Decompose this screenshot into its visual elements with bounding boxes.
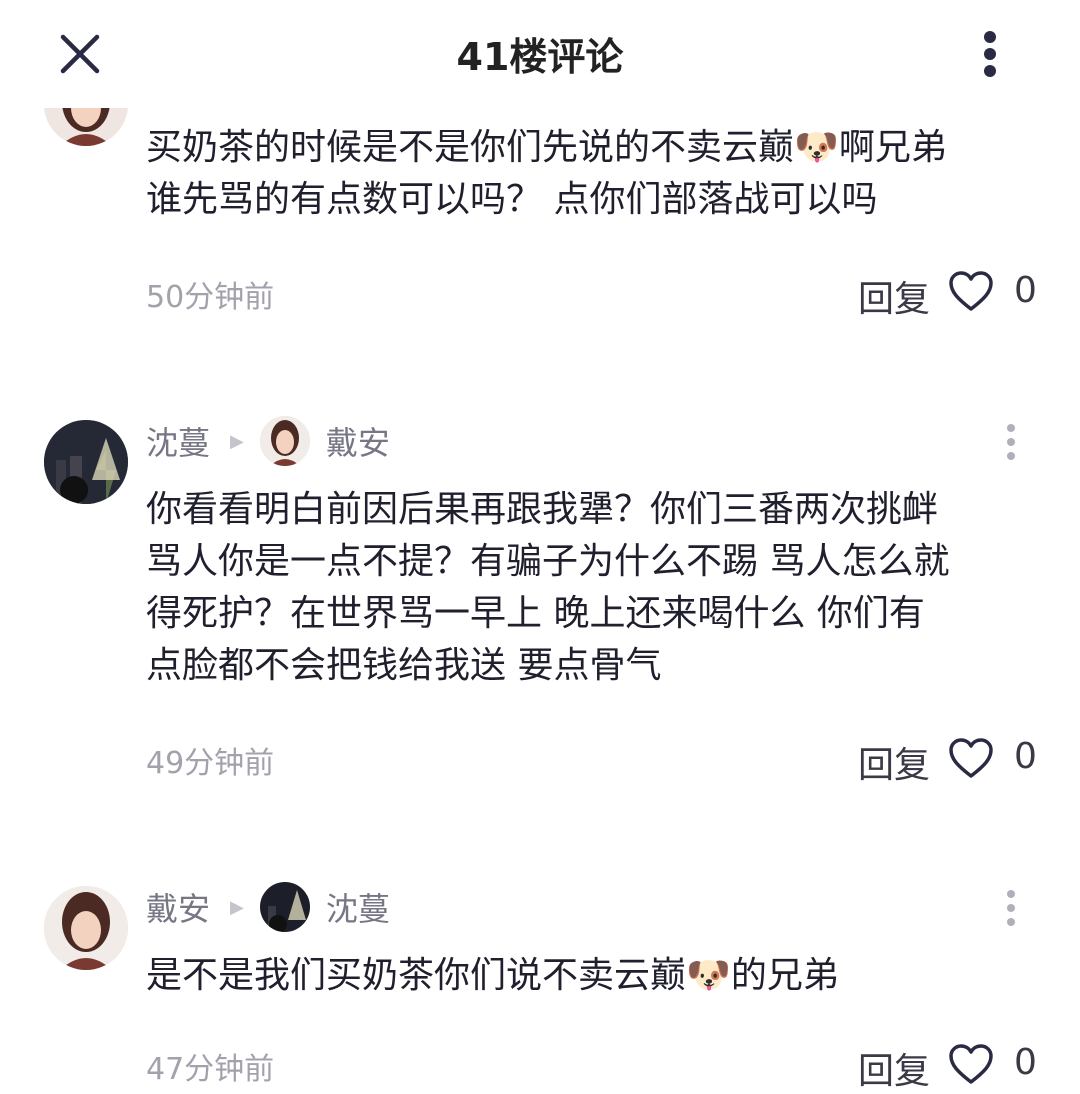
comment-text: 是不是我们买奶茶你们说不卖云巅🐶的兄弟 (146, 955, 839, 996)
comment-header: 戴安 ▶ 沈蔓 (146, 880, 390, 934)
page-title: 41楼评论 (456, 35, 624, 79)
timestamp: 50分钟前 (146, 280, 275, 315)
reply-to-name[interactable]: 戴安 (326, 418, 390, 464)
reply-button[interactable]: 回复 (858, 1042, 930, 1094)
like-count: 0 (1014, 270, 1037, 311)
reply-button[interactable]: 回复 (858, 270, 930, 322)
heart-icon[interactable] (948, 271, 994, 313)
comment-text: 买奶茶的时候是不是你们先说的不卖云巅🐶啊兄弟 谁先骂的有点数可以吗？ 点你们部落… (146, 127, 947, 220)
author-name[interactable]: 沈蔓 (146, 418, 210, 464)
reply-arrow-icon: ▶ (230, 430, 244, 452)
avatar[interactable] (44, 886, 128, 970)
heart-icon[interactable] (948, 738, 994, 780)
comment-text: 你看看明白前因后果再跟我犟？你们三番两次挑衅 骂人你是一点不提？有骗子为什么不踢… (146, 489, 950, 686)
reply-button[interactable]: 回复 (858, 736, 930, 788)
comment-header: 沈蔓 ▶ 戴安 (146, 414, 390, 468)
timestamp: 49分钟前 (146, 746, 275, 781)
avatar[interactable] (259, 882, 310, 932)
heart-icon[interactable] (948, 1044, 994, 1086)
top-bar: 41楼评论 (0, 0, 1080, 108)
more-options-icon[interactable] (1002, 422, 1020, 462)
avatar[interactable] (44, 420, 128, 504)
like-count: 0 (1014, 736, 1037, 777)
like-count: 0 (1014, 1042, 1037, 1083)
more-options-icon[interactable] (1002, 888, 1020, 928)
more-options-icon[interactable] (976, 28, 1004, 80)
avatar[interactable] (259, 416, 310, 466)
timestamp: 47分钟前 (146, 1052, 275, 1087)
reply-to-name[interactable]: 沈蔓 (326, 884, 390, 930)
author-name[interactable]: 戴安 (146, 884, 210, 930)
reply-arrow-icon: ▶ (230, 896, 244, 918)
